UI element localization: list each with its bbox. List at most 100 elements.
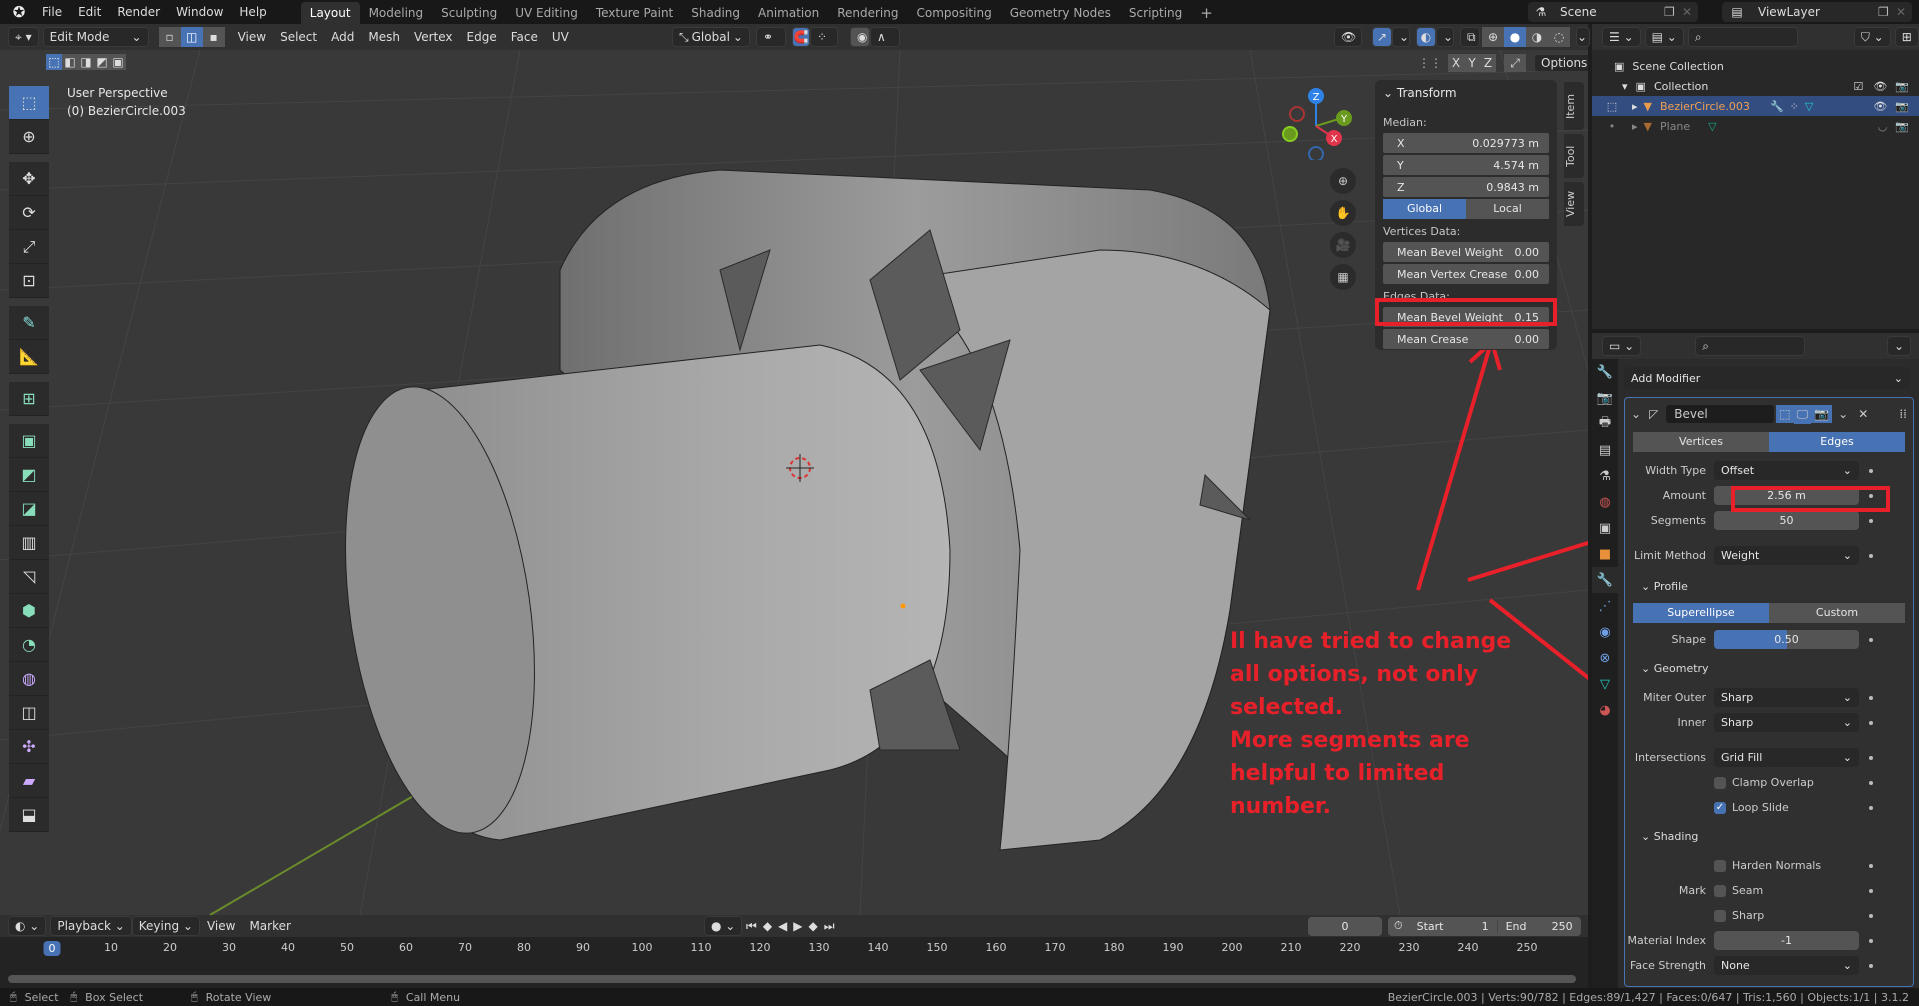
keyframe-dot[interactable]	[1869, 863, 1873, 868]
custom-button[interactable]: Custom	[1769, 603, 1905, 623]
add-workspace-button[interactable]: +	[1191, 2, 1222, 24]
snap-toggle[interactable]: 🧲	[792, 27, 810, 47]
menu-file[interactable]: File	[34, 0, 70, 24]
tab-modeling[interactable]: Modeling	[360, 2, 433, 24]
tab-item[interactable]: Item	[1564, 82, 1584, 130]
outliner-item-plane[interactable]: • ▸ ▼ Plane ▽ ◡ 📷	[1592, 116, 1919, 136]
output-tab-icon[interactable]: 🖶	[1592, 411, 1618, 437]
keyframe-dot[interactable]	[1869, 553, 1873, 558]
collection-tab-icon[interactable]: ▣	[1592, 515, 1618, 541]
falloff-dropdown[interactable]: ∧	[870, 27, 900, 47]
outliner-filter-button[interactable]: ⛉ ⌄	[1853, 27, 1891, 47]
wireframe-shading-button[interactable]: ⊕	[1482, 27, 1504, 47]
miter-outer-dropdown[interactable]: Sharp ⌄	[1714, 688, 1859, 707]
close-scene-icon[interactable]: ✕	[1682, 5, 1698, 19]
edit-mode-toggle[interactable]: ⬚	[1776, 405, 1794, 423]
tab-texture-paint[interactable]: Texture Paint	[587, 2, 682, 24]
scene-icon[interactable]: ⚗	[1528, 5, 1554, 19]
rendered-shading-button[interactable]: ◌	[1548, 27, 1570, 47]
edge-crease-field[interactable]: Mean Crease 0.00	[1383, 329, 1549, 349]
mirror-y-toggle[interactable]: Y	[1464, 54, 1480, 72]
outliner-display-mode[interactable]: ☰ ⌄	[1602, 27, 1641, 47]
pan-view-icon[interactable]: ✋	[1330, 200, 1356, 226]
outliner-item-beziercircle[interactable]: ⬚ ▸ ▼ BezierCircle.003 🔧 ⁘ ▽ 👁 📷	[1592, 96, 1919, 116]
menu-vertex[interactable]: Vertex	[407, 30, 460, 44]
keyframe-dot[interactable]	[1869, 637, 1873, 642]
vertex-bevel-weight-field[interactable]: Mean Bevel Weight 0.00	[1383, 242, 1549, 262]
inner-miter-dropdown[interactable]: Sharp ⌄	[1714, 713, 1859, 732]
vertex-crease-field[interactable]: Mean Vertex Crease 0.00	[1383, 264, 1549, 284]
start-frame-field[interactable]: Start 1	[1409, 920, 1497, 933]
scale-tool[interactable]: ⤢	[9, 230, 49, 264]
mark-seam-checkbox[interactable]: Seam	[1714, 884, 1859, 897]
edge-slide-tool[interactable]: ◫	[9, 696, 49, 730]
properties-search-input[interactable]: ⌕	[1695, 336, 1806, 356]
keyframe-dot[interactable]	[1869, 720, 1873, 725]
tab-sculpting[interactable]: Sculpting	[432, 2, 506, 24]
bevel-tool[interactable]: ◪	[9, 492, 49, 526]
menu-mesh[interactable]: Mesh	[361, 30, 407, 44]
pivot-dropdown[interactable]: ⚭	[756, 27, 786, 47]
edge-select-mode-button[interactable]: ◫	[180, 27, 203, 47]
cursor-tool[interactable]: ⊕	[9, 120, 49, 154]
subtract-selection-button[interactable]: ◨	[78, 54, 94, 70]
face-select-mode-button[interactable]: ▪	[202, 27, 225, 47]
camera-icon[interactable]: 📷	[1895, 120, 1909, 133]
add-cube-tool[interactable]: ⊞	[9, 382, 49, 416]
menu-select[interactable]: Select	[273, 30, 324, 44]
tab-view[interactable]: View	[1564, 182, 1584, 226]
scene-collection-row[interactable]: ▣ Scene Collection	[1592, 56, 1919, 76]
prev-keyframe-icon[interactable]: ◆	[763, 919, 772, 934]
outliner-filter-view-layer[interactable]: ▤ ⌄	[1644, 27, 1684, 47]
keyframe-dot[interactable]	[1869, 888, 1873, 893]
extend-selection-button[interactable]: ◧	[62, 54, 78, 70]
width-type-dropdown[interactable]: Offset ⌄	[1714, 461, 1859, 480]
xray-toggle[interactable]: ⧉	[1460, 27, 1480, 47]
stopwatch-icon[interactable]: ⏱	[1388, 919, 1409, 933]
intersections-dropdown[interactable]: Grid Fill ⌄	[1714, 748, 1859, 767]
transform-tool[interactable]: ⊡	[9, 264, 49, 298]
menu-render[interactable]: Render	[109, 0, 168, 24]
smooth-tool[interactable]: ◍	[9, 662, 49, 696]
tab-compositing[interactable]: Compositing	[907, 2, 1000, 24]
tab-scripting[interactable]: Scripting	[1120, 2, 1191, 24]
collection-row[interactable]: ▾ ▣ Collection ☑ 👁 📷	[1592, 76, 1919, 96]
timeline-marker-menu[interactable]: Marker	[242, 919, 297, 933]
orientation-dropdown[interactable]: ⤡ Global ⌄	[672, 27, 750, 47]
perspective-toggle-icon[interactable]: ▦	[1330, 264, 1356, 290]
shape-slider[interactable]: 0.50	[1714, 630, 1859, 649]
timeline-ruler[interactable]: 0 10 20 30 40 50 60 70 80 90 100 110 120 130 140 150 160…	[0, 941, 1588, 961]
snap-target-dropdown[interactable]: ⁘	[810, 27, 838, 47]
limit-method-dropdown[interactable]: Weight ⌄	[1714, 546, 1859, 565]
keying-dropdown[interactable]: Keying ⌄	[131, 916, 200, 936]
tab-geometry-nodes[interactable]: Geometry Nodes	[1001, 2, 1120, 24]
camera-view-icon[interactable]: 🎥	[1330, 232, 1356, 258]
extrude-tool[interactable]: ▣	[9, 424, 49, 458]
menu-edge[interactable]: Edge	[460, 30, 504, 44]
topology-mirror-toggle[interactable]: ⤢	[1504, 54, 1526, 72]
modifier-menu-dropdown[interactable]: ⌄	[1838, 407, 1848, 421]
add-modifier-dropdown[interactable]: Add Modifier ⌄	[1624, 367, 1910, 389]
overlay-toggle[interactable]: ◐	[1416, 27, 1436, 47]
median-x-field[interactable]: X 0.029773 m	[1383, 133, 1549, 153]
play-reverse-icon[interactable]: ◀	[778, 919, 787, 934]
physics-tab-icon[interactable]: ◉	[1592, 619, 1618, 645]
median-z-field[interactable]: Z 0.9843 m	[1383, 177, 1549, 197]
rotate-tool[interactable]: ⟳	[9, 196, 49, 230]
collapse-icon[interactable]: ⌄	[1631, 407, 1641, 421]
outliner-search-input[interactable]: ⌕	[1687, 27, 1798, 47]
tab-rendering[interactable]: Rendering	[828, 2, 907, 24]
tab-layout[interactable]: Layout	[300, 2, 360, 24]
properties-editor-type[interactable]: ▭ ⌄	[1602, 336, 1642, 356]
modifier-name-field[interactable]: Bevel	[1666, 405, 1775, 423]
editor-type-button[interactable]: ⌖ ▾	[8, 27, 39, 47]
eye-closed-icon[interactable]: ◡	[1878, 120, 1888, 133]
navigation-gizmo[interactable]: Z Y X	[1270, 80, 1360, 160]
shading-dropdown[interactable]: ⌄	[1576, 27, 1590, 47]
tab-shading[interactable]: Shading	[682, 2, 749, 24]
zoom-view-icon[interactable]: ⊕	[1330, 168, 1356, 194]
overlay-dropdown[interactable]: ⌄	[1436, 27, 1454, 47]
keyframe-dot[interactable]	[1869, 963, 1873, 968]
tab-tool[interactable]: Tool	[1564, 134, 1584, 178]
tab-animation[interactable]: Animation	[749, 2, 828, 24]
